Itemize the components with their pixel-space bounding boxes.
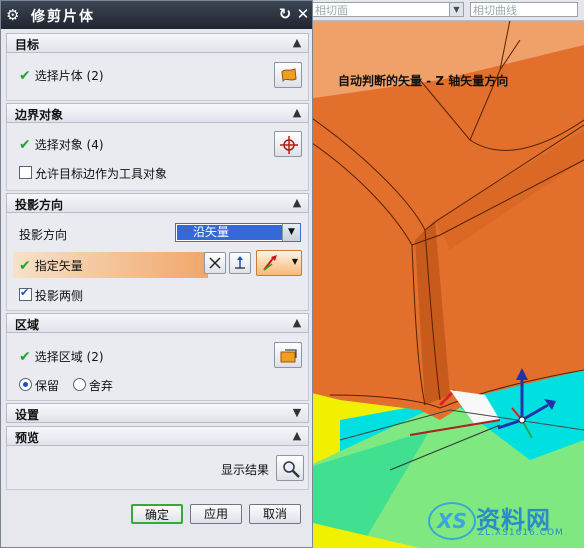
region-mode-group: 保留 舍弃: [19, 377, 113, 394]
boundary-select-label: 选择对象 (4): [34, 138, 104, 152]
vector-reverse-icon: [235, 256, 245, 269]
keep-option[interactable]: 保留: [19, 378, 60, 393]
vector-dialog-button[interactable]: [204, 252, 226, 274]
section-boundary-header[interactable]: 边界对象 ▲: [6, 103, 309, 123]
specify-vector-label: 指定矢量: [34, 259, 83, 273]
vector-reverse-button[interactable]: [229, 252, 251, 274]
vector-dialog-icon: [209, 257, 221, 269]
keep-label: 保留: [35, 379, 60, 393]
magnifier-icon: [283, 461, 300, 478]
chevron-down-icon: ▼: [449, 3, 463, 16]
arrow-up-icon: ↑: [181, 226, 191, 239]
viewport-toolbar: 相切面 ▼ 相切曲线: [300, 0, 584, 21]
projection-direction-value: 沿矢量: [193, 225, 230, 239]
face-rule-combo[interactable]: 相切面 ▼: [312, 2, 464, 17]
vector-hint-label: 自动判断的矢量 - Z 轴矢量方向: [338, 74, 509, 88]
discard-option[interactable]: 舍弃: [72, 378, 113, 393]
boundary-select-button[interactable]: [274, 131, 302, 157]
watermark-url: ZL.XS1616.COM: [478, 528, 564, 538]
region-icon: [280, 349, 297, 363]
projection-direction-select[interactable]: ↑ 沿矢量 ▼: [175, 223, 301, 242]
trim-sheet-dialog: ⚙ 修剪片体 ↻ ✕ 目标 ▲ ✔ 选择片体 (2) 边界对象 ▲ ✔ 选择对象 (…: [0, 0, 313, 548]
show-result-label: 显示结果: [221, 463, 270, 477]
section-region-title: 区域: [15, 318, 40, 332]
reset-icon[interactable]: ↻: [277, 6, 293, 22]
graphics-viewport[interactable]: 相切面 ▼ 相切曲线 自动判断的矢量 - Z 轴矢量方向 XS 资料网 ZL.X…: [300, 0, 584, 548]
section-preview-header[interactable]: 预览 ▲: [6, 426, 309, 446]
discard-radio[interactable]: [72, 378, 86, 391]
chevron-down-icon[interactable]: ▼: [292, 257, 298, 266]
region-select-button[interactable]: [274, 342, 302, 368]
section-region-body: ✔ 选择区域 (2) 保留 舍弃: [6, 333, 309, 401]
chevron-up-icon[interactable]: ▲: [289, 195, 305, 211]
check-icon: ✔: [19, 68, 31, 84]
check-icon: ✔: [19, 258, 31, 274]
dialog-title-bar[interactable]: ⚙ 修剪片体 ↻ ✕: [1, 1, 312, 29]
chevron-down-icon[interactable]: ▼: [282, 224, 300, 241]
project-both-sides-label: 投影两侧: [35, 289, 84, 303]
projection-direction-value-box: ↑ 沿矢量: [177, 225, 282, 240]
section-projection-title: 投影方向: [15, 198, 64, 212]
watermark-logo: XS: [428, 502, 476, 540]
discard-label: 舍弃: [88, 379, 113, 393]
section-target-title: 目标: [15, 38, 40, 52]
check-icon: ✔: [19, 349, 31, 365]
target-select-row[interactable]: ✔ 选择片体 (2): [19, 67, 104, 84]
inferred-vector-icon: [263, 255, 277, 271]
specify-vector-label-wrap: ✔ 指定矢量: [19, 257, 83, 274]
section-preview-body: 显示结果: [6, 446, 309, 490]
sheet-body-icon: [281, 68, 297, 83]
section-region-header[interactable]: 区域 ▲: [6, 313, 309, 333]
allow-target-edge-row[interactable]: 允许目标边作为工具对象: [19, 165, 167, 182]
section-settings-header[interactable]: 设置 ▼: [6, 403, 309, 423]
region-select-row[interactable]: ✔ 选择区域 (2): [19, 348, 104, 365]
section-preview-title: 预览: [15, 431, 40, 445]
inferred-vector-button[interactable]: ▼: [256, 250, 302, 276]
check-icon: ✔: [19, 137, 31, 153]
chevron-up-icon[interactable]: ▲: [289, 35, 305, 51]
projection-direction-label: 投影方向: [19, 228, 68, 242]
chevron-down-icon[interactable]: ▼: [289, 405, 305, 421]
boundary-select-row[interactable]: ✔ 选择对象 (4): [19, 136, 104, 153]
show-result-button[interactable]: [276, 455, 304, 481]
section-target-header[interactable]: 目标 ▲: [6, 33, 309, 53]
apply-button[interactable]: 应用: [190, 504, 242, 524]
close-icon[interactable]: ✕: [295, 6, 311, 22]
target-select-label: 选择片体 (2): [34, 69, 104, 83]
allow-target-edge-checkbox[interactable]: [19, 166, 32, 179]
dialog-title: 修剪片体: [31, 9, 95, 25]
section-settings-title: 设置: [15, 408, 40, 422]
cancel-button[interactable]: 取消: [249, 504, 301, 524]
chevron-up-icon[interactable]: ▲: [289, 315, 305, 331]
chevron-up-icon[interactable]: ▲: [289, 105, 305, 121]
curve-rule-combo[interactable]: 相切曲线: [470, 2, 578, 17]
section-target-body: ✔ 选择片体 (2): [6, 53, 309, 101]
ok-button[interactable]: 确定: [131, 504, 183, 524]
gear-icon[interactable]: ⚙: [6, 6, 19, 24]
project-both-sides-checkbox[interactable]: [19, 286, 32, 301]
curve-rule-value: 相切曲线: [473, 4, 517, 17]
region-select-label: 选择区域 (2): [34, 350, 104, 364]
chevron-up-icon[interactable]: ▲: [289, 428, 305, 444]
watermark: XS 资料网 ZL.XS1616.COM: [428, 500, 578, 540]
crosshair-icon: [280, 136, 298, 154]
face-rule-value: 相切面: [315, 4, 348, 17]
keep-radio[interactable]: [19, 378, 32, 391]
target-select-button[interactable]: [274, 62, 302, 88]
section-projection-header[interactable]: 投影方向 ▲: [6, 193, 309, 213]
allow-target-edge-label: 允许目标边作为工具对象: [35, 167, 168, 181]
project-both-sides-row[interactable]: 投影两侧: [19, 286, 84, 304]
section-boundary-body: ✔ 选择对象 (4) 允许目标边作为工具对象: [6, 123, 309, 191]
section-boundary-title: 边界对象: [15, 108, 64, 122]
